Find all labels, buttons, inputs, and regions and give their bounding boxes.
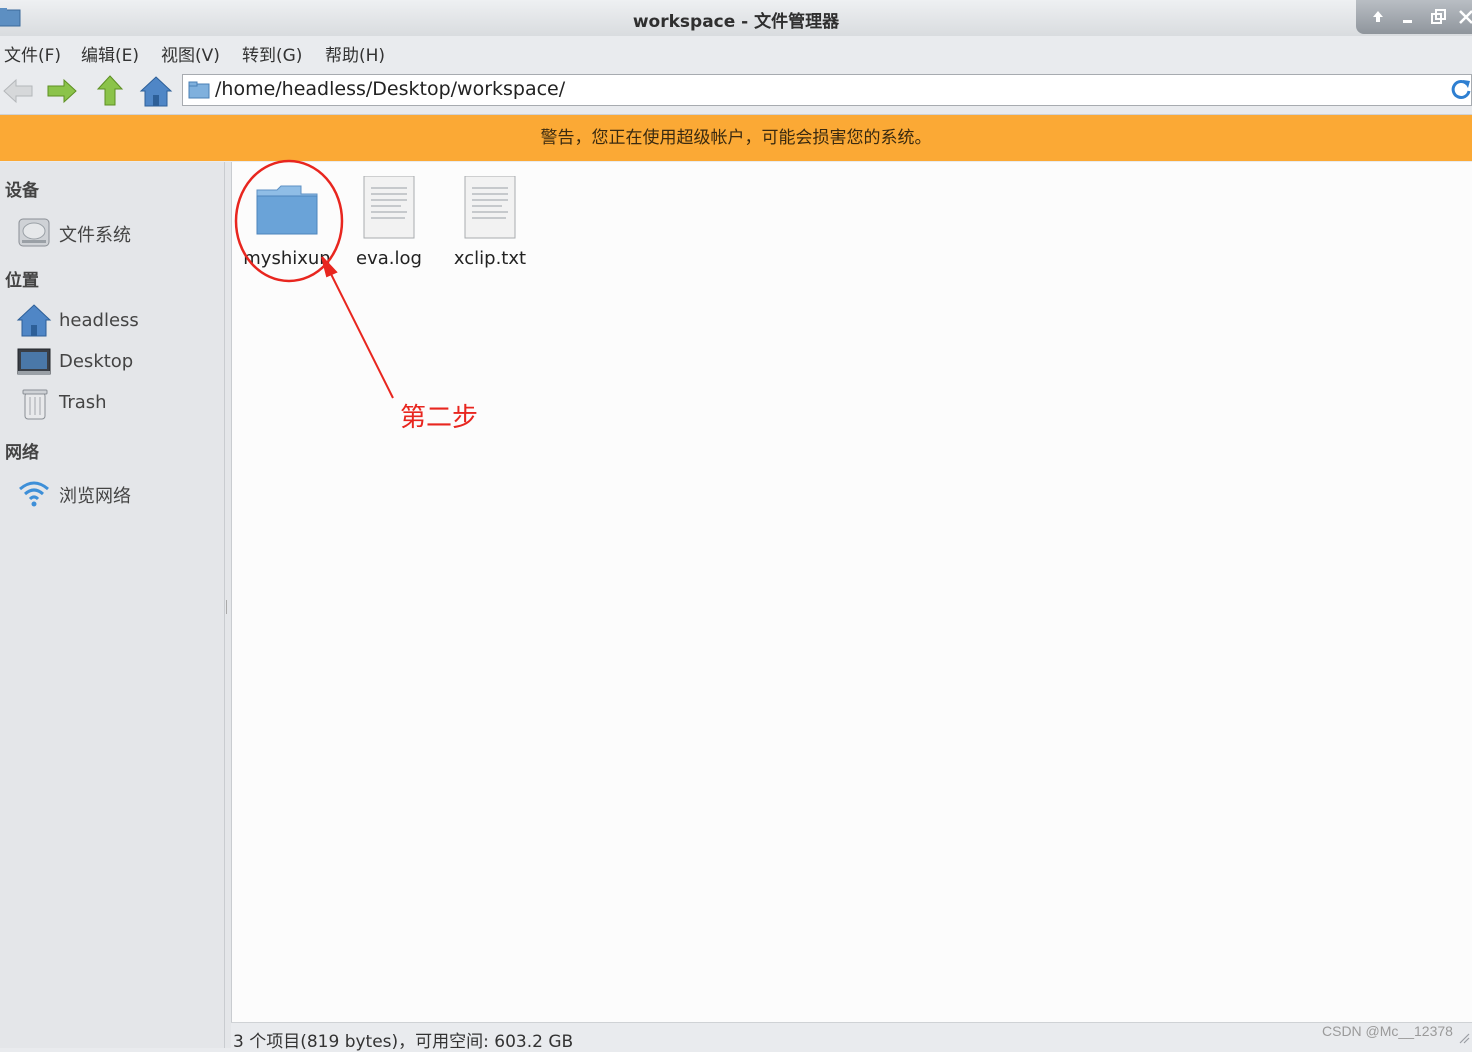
up-icon[interactable] (1368, 7, 1388, 27)
reload-icon[interactable] (1450, 77, 1472, 101)
resize-grip-icon[interactable] (1458, 1032, 1470, 1044)
title-bar: workspace - 文件管理器 (0, 0, 1472, 37)
sidebar-heading-network: 网络 (5, 443, 39, 463)
back-arrow-icon[interactable] (0, 73, 36, 109)
desktop-icon (17, 348, 51, 375)
status-text: 3 个项目(819 bytes)，可用空间: 603.2 GB (233, 1032, 574, 1052)
sidebar: 设备 文件系统 位置 headless Desktop Trash 网络 浏览网… (0, 162, 225, 1048)
toolbar: /home/headless/Desktop/workspace/ (0, 68, 1472, 115)
file-item-myshixun[interactable]: myshixun (237, 170, 337, 270)
file-item-xclip-txt[interactable]: xclip.txt (440, 170, 540, 270)
home-icon[interactable] (138, 73, 174, 109)
sidebar-item-desktop[interactable]: Desktop (16, 344, 216, 380)
sidebar-item-label: headless (59, 310, 139, 331)
watermark: CSDN @Mc__12378 (1322, 1023, 1453, 1039)
menu-file[interactable]: 文件(F) (4, 41, 61, 66)
sidebar-item-headless[interactable]: headless (16, 303, 216, 339)
file-view: myshixun eva.log xclip.txt (231, 162, 1472, 1022)
menu-go[interactable]: 转到(G) (242, 41, 302, 66)
text-file-icon (464, 176, 516, 239)
file-name: eva.log (356, 248, 422, 269)
menu-edit[interactable]: 编辑(E) (81, 41, 139, 66)
sidebar-heading-devices: 设备 (5, 181, 39, 201)
sidebar-item-label: Trash (59, 392, 107, 413)
status-bar: 3 个项目(819 bytes)，可用空间: 603.2 GB (231, 1022, 1472, 1052)
window-controls (1356, 0, 1472, 34)
folder-icon (188, 81, 210, 99)
forward-arrow-icon[interactable] (44, 73, 80, 109)
sidebar-item-label: Desktop (59, 351, 134, 372)
superuser-warning-banner: 警告，您正在使用超级帐户，可能会损害您的系统。 (0, 115, 1472, 161)
address-bar[interactable]: /home/headless/Desktop/workspace/ (182, 74, 1472, 106)
close-icon[interactable] (1456, 7, 1472, 27)
folder-icon (256, 185, 318, 235)
file-name: xclip.txt (453, 248, 527, 269)
window-title: workspace - 文件管理器 (632, 12, 840, 32)
path-text[interactable]: /home/headless/Desktop/workspace/ (215, 78, 565, 100)
sidebar-item-filesystem[interactable]: 文件系统 (16, 214, 216, 250)
menu-view[interactable]: 视图(V) (161, 41, 220, 66)
sidebar-item-browse-network[interactable]: 浏览网络 (16, 475, 216, 511)
network-icon (19, 481, 49, 507)
file-name: myshixun (243, 248, 331, 269)
sidebar-item-label: 浏览网络 (59, 486, 131, 507)
trash-icon (22, 389, 48, 420)
sidebar-item-trash[interactable]: Trash (16, 385, 216, 421)
restore-icon[interactable] (1428, 7, 1448, 27)
sidebar-item-label: 文件系统 (59, 225, 131, 246)
menu-help[interactable]: 帮助(H) (325, 41, 385, 66)
sidebar-heading-places: 位置 (5, 271, 39, 291)
menu-bar: 文件(F) 编辑(E) 视图(V) 转到(G) 帮助(H) (0, 36, 1472, 68)
minimize-icon[interactable] (1398, 7, 1418, 27)
up-arrow-icon[interactable] (92, 73, 128, 109)
harddisk-icon (18, 218, 50, 247)
home-icon (16, 304, 52, 337)
file-item-eva-log[interactable]: eva.log (339, 170, 439, 270)
annotation-step-label: 第二步 (400, 403, 479, 433)
text-file-icon (363, 176, 415, 239)
